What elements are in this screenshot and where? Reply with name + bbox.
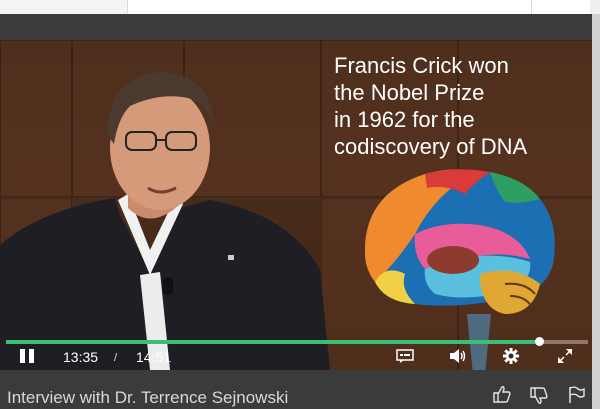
fullscreen-icon[interactable] <box>557 348 573 364</box>
progress-scrubber[interactable] <box>534 337 544 346</box>
settings-icon[interactable] <box>503 348 519 364</box>
captions-icon[interactable] <box>396 349 414 363</box>
page-scrollbar[interactable] <box>592 14 600 409</box>
interviewee-figure <box>0 72 330 370</box>
progress-fill <box>6 340 539 344</box>
top-strip-divider <box>531 0 532 14</box>
top-strip-corner <box>590 0 600 14</box>
volume-icon[interactable] <box>449 348 467 364</box>
flag-icon[interactable] <box>568 386 586 404</box>
thumbs-down-icon[interactable] <box>530 387 548 405</box>
video-caption: Francis Crick won the Nobel Prize in 196… <box>334 52 584 160</box>
duration: 14:51 <box>136 349 172 365</box>
caption-line: codiscovery of DNA <box>334 134 528 159</box>
caption-line: Francis Crick won <box>334 53 509 78</box>
top-strip-segment <box>0 0 128 14</box>
caption-line: in 1962 for the <box>334 107 475 132</box>
header-band <box>0 14 600 40</box>
progress-bar[interactable] <box>6 337 588 346</box>
current-time: 13:35 <box>63 349 99 365</box>
video-player[interactable]: Francis Crick won the Nobel Prize in 196… <box>0 40 592 370</box>
thumbs-up-icon[interactable] <box>493 385 511 403</box>
browser-top-strip <box>0 0 600 14</box>
pause-icon[interactable] <box>19 348 35 364</box>
caption-line: the Nobel Prize <box>334 80 485 105</box>
video-title: Interview with Dr. Terrence Sejnowski <box>7 388 289 407</box>
time-separator: / <box>114 352 118 364</box>
